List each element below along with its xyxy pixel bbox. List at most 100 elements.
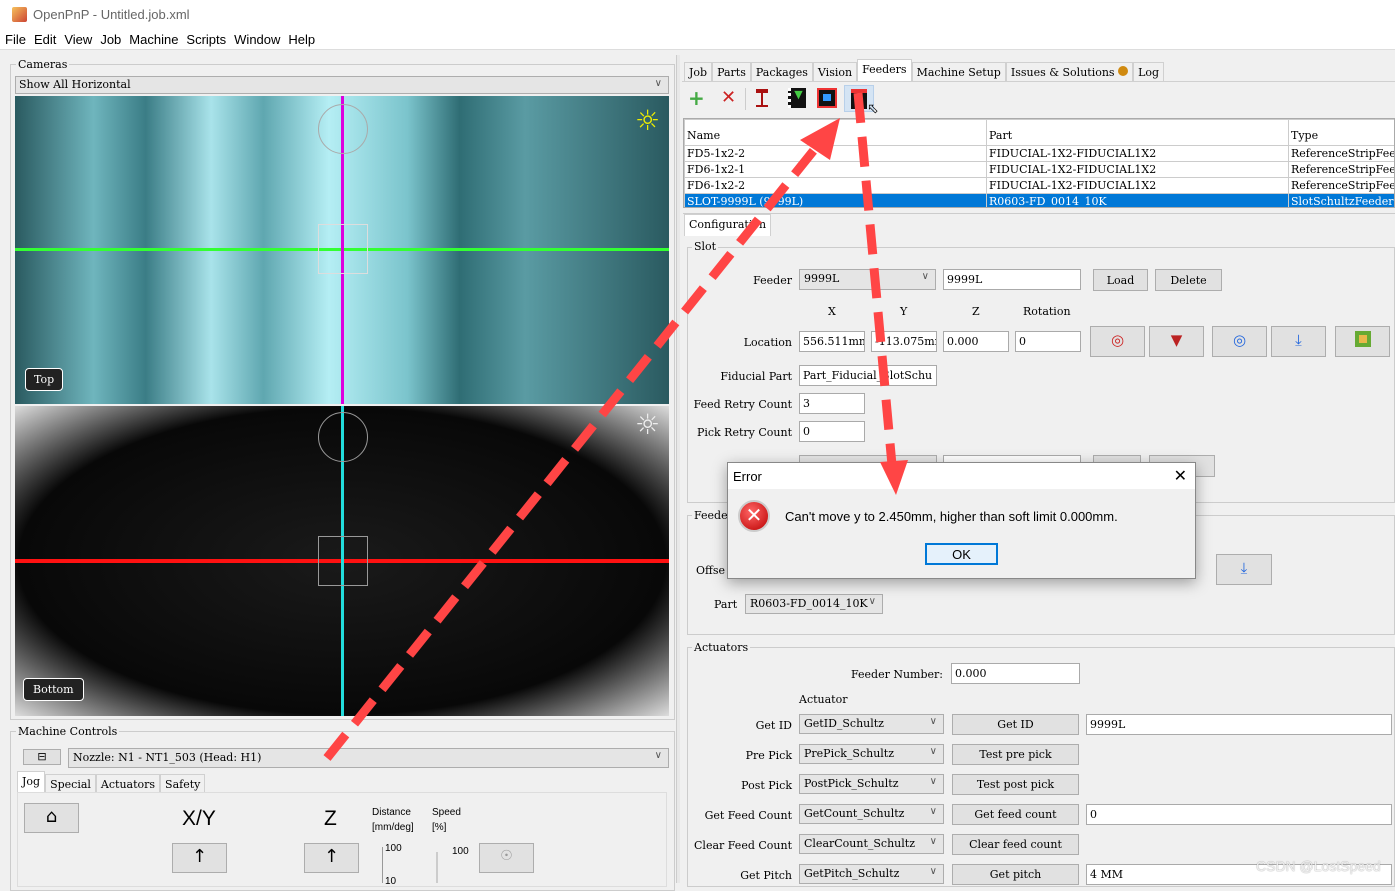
bottom-camera-view[interactable]: ☼ Bottom: [15, 406, 669, 716]
distance-value: 100: [385, 843, 402, 854]
collapse-button[interactable]: ⊟: [23, 749, 61, 765]
top-camera-view[interactable]: ☼ Top: [15, 96, 669, 404]
feeder-number-input[interactable]: 0.000: [951, 663, 1080, 684]
table-row[interactable]: FD6-1x2-2FIDUCIAL-1X2-FIDUCIAL1X2Referen…: [685, 178, 1395, 194]
menu-edit[interactable]: Edit: [29, 30, 59, 47]
menu-view[interactable]: View: [59, 30, 95, 47]
arrow-up-icon: ↑: [192, 846, 207, 867]
tab-special[interactable]: Special: [45, 774, 96, 793]
light-icon[interactable]: ☼: [635, 104, 660, 137]
actuator-row-label: Get ID: [690, 719, 792, 732]
location-rotation-input[interactable]: 0: [1015, 331, 1081, 352]
actuator-test-button[interactable]: Get feed count: [952, 804, 1079, 825]
error-icon: ✕: [738, 500, 770, 532]
part-label: Part: [714, 598, 737, 611]
home-button[interactable]: ⌂: [24, 803, 79, 833]
actuator-select[interactable]: PrePick_Schultz∨: [799, 744, 944, 764]
menu-machine[interactable]: Machine: [124, 30, 181, 47]
main-tabs: JobPartsPackagesVisionFeedersMachine Set…: [684, 59, 1164, 81]
actuator-select-value: GetID_Schultz: [804, 717, 884, 730]
speed-slider[interactable]: [436, 852, 438, 883]
move-camera-icon[interactable]: [817, 88, 837, 108]
pick-feeder-icon[interactable]: [756, 89, 768, 107]
feed-icon[interactable]: ▼: [788, 88, 806, 108]
fiducial-part-input[interactable]: Part_Fiducial_SlotSchu: [799, 365, 937, 386]
split-pane-divider[interactable]: [676, 55, 680, 883]
capture-camera-button[interactable]: ◎: [1090, 326, 1145, 357]
move-camera-button[interactable]: ◎: [1212, 326, 1267, 357]
add-feeder-icon[interactable]: +: [688, 86, 705, 110]
menu-file[interactable]: File: [0, 30, 29, 47]
nozzle-tool-button[interactable]: ☉: [479, 843, 534, 873]
col-part[interactable]: Part: [987, 120, 1289, 146]
menu-window[interactable]: Window: [229, 30, 283, 47]
delete-feeder-icon[interactable]: ✕: [721, 87, 736, 108]
tab-vision[interactable]: Vision: [813, 62, 857, 81]
actuator-select[interactable]: PostPick_Schultz∨: [799, 774, 944, 794]
machine-controls-label: Machine Controls: [16, 725, 119, 738]
tab-safety[interactable]: Safety: [160, 774, 205, 793]
location-x-input[interactable]: 556.511mm: [799, 331, 865, 352]
tab-configuration[interactable]: Configuration: [684, 214, 771, 236]
load-button[interactable]: Load: [1093, 269, 1148, 291]
cell-type: SlotSchultzFeeder: [1289, 194, 1395, 209]
tab-issues[interactable]: Issues & Solutions: [1006, 62, 1133, 81]
col-name[interactable]: Name: [685, 120, 987, 146]
move-tool-location-button[interactable]: ⤓: [1271, 326, 1326, 357]
feeder-select[interactable]: 9999L∨: [799, 269, 936, 290]
pick-retry-input[interactable]: 0: [799, 421, 865, 442]
jog-z-plus-button[interactable]: ↑: [304, 843, 359, 873]
distance-slider[interactable]: [382, 847, 383, 883]
toolbar-separator: [745, 88, 746, 110]
actuator-test-button[interactable]: Clear feed count: [952, 834, 1079, 855]
feeder-number-label: Feeder Number:: [800, 668, 943, 681]
col-type[interactable]: Type: [1289, 120, 1395, 146]
table-row[interactable]: FD6-1x2-1FIDUCIAL-1X2-FIDUCIAL1X2Referen…: [685, 162, 1395, 178]
tab-jog[interactable]: Jog: [17, 771, 45, 793]
actuator-test-button[interactable]: Get ID: [952, 714, 1079, 735]
feed-retry-input[interactable]: 3: [799, 393, 865, 414]
tab-machine-setup[interactable]: Machine Setup: [912, 62, 1006, 81]
feeder-name-input[interactable]: 9999L: [943, 269, 1081, 290]
actuator-result-input[interactable]: 9999L: [1086, 714, 1392, 735]
top-camera-label: Top: [25, 368, 63, 391]
actuator-test-button[interactable]: Get pitch: [952, 864, 1079, 885]
capture-camera-icon: ◎: [1111, 331, 1124, 349]
arrow-up-icon: ↑: [324, 846, 339, 867]
jog-y-plus-button[interactable]: ↑: [172, 843, 227, 873]
part-select[interactable]: R0603-FD_0014_10K∨: [745, 594, 883, 614]
tab-packages[interactable]: Packages: [751, 62, 813, 81]
z-label: Z: [324, 807, 337, 831]
menu-help[interactable]: Help: [283, 30, 318, 47]
location-y-input[interactable]: -113.075mm: [871, 331, 937, 352]
offset-move-tool-button[interactable]: ⤓: [1216, 554, 1272, 585]
table-row-selected[interactable]: SLOT-9999L (9999L)R0603-FD_0014_10KSlotS…: [685, 194, 1395, 209]
vision-button[interactable]: [1335, 326, 1390, 357]
actuator-select[interactable]: ClearCount_Schultz∨: [799, 834, 944, 854]
actuator-select[interactable]: GetCount_Schultz∨: [799, 804, 944, 824]
capture-tool-icon: ▼: [1171, 331, 1183, 349]
actuator-test-button[interactable]: Test post pick: [952, 774, 1079, 795]
close-icon[interactable]: ✕: [1174, 466, 1187, 485]
table-row[interactable]: FD5-1x2-2FIDUCIAL-1X2-FIDUCIAL1X2Referen…: [685, 146, 1395, 162]
tab-parts[interactable]: Parts: [712, 62, 751, 81]
menu-job[interactable]: Job: [95, 30, 124, 47]
actuator-select[interactable]: GetPitch_Schultz∨: [799, 864, 944, 884]
capture-tool-button[interactable]: ▼: [1149, 326, 1204, 357]
location-z-input[interactable]: 0.000: [943, 331, 1009, 352]
tab-feeders[interactable]: Feeders: [857, 59, 912, 81]
menu-scripts[interactable]: Scripts: [181, 30, 229, 47]
tab-log[interactable]: Log: [1133, 62, 1164, 81]
delete-button[interactable]: Delete: [1155, 269, 1222, 291]
slot-label: Slot: [692, 240, 718, 253]
nozzle-select[interactable]: Nozzle: N1 - NT1_503 (Head: H1)∨: [68, 748, 669, 768]
ok-button[interactable]: OK: [925, 543, 998, 565]
tab-actuators[interactable]: Actuators: [96, 774, 160, 793]
xy-label: X/Y: [182, 807, 216, 831]
tab-job[interactable]: Job: [684, 62, 712, 81]
actuator-result-input[interactable]: 0: [1086, 804, 1392, 825]
light-icon[interactable]: ☼: [635, 408, 660, 441]
camera-view-select[interactable]: Show All Horizontal∨: [15, 76, 669, 94]
actuator-test-button[interactable]: Test pre pick: [952, 744, 1079, 765]
actuator-select[interactable]: GetID_Schultz∨: [799, 714, 944, 734]
